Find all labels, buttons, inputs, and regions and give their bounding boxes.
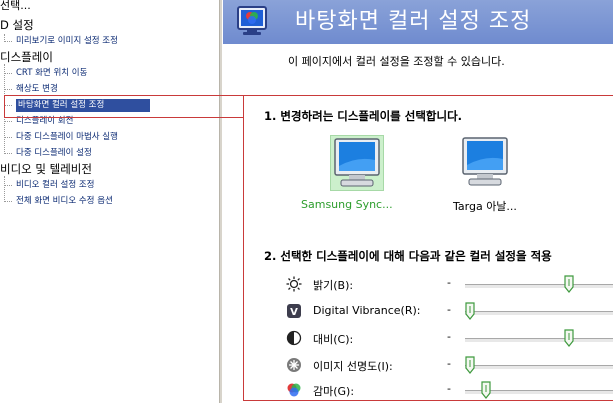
gamma-slider-thumb[interactable] (481, 381, 491, 399)
tree-header: 선택... (0, 0, 31, 12)
contrast-label: 대비(C): (313, 333, 354, 346)
page-title: 바탕화면 컬러 설정 조정 (295, 9, 532, 34)
tree-dots (4, 121, 12, 122)
digital-vibrance-label: Digital Vibrance(R): (313, 304, 421, 317)
slider-row-contrast: 대비(C): - (244, 328, 613, 352)
tree-dots (4, 185, 12, 186)
tree-dots (4, 105, 12, 106)
display-targa-label[interactable]: Targa 아날... (453, 198, 517, 214)
digital-vibrance-minus: - (447, 303, 451, 316)
display-samsung[interactable] (330, 135, 384, 191)
brightness-minus: - (447, 276, 451, 289)
sharpness-slider-thumb[interactable] (465, 356, 475, 374)
contrast-track[interactable] (465, 338, 613, 343)
tree-category-display[interactable]: 디스플레이 (0, 51, 53, 64)
tree-dots (4, 137, 12, 138)
tree-category-3d-settings[interactable]: D 설정 (0, 19, 34, 32)
digital-vibrance-track[interactable] (465, 311, 613, 316)
tree-item-crt-position[interactable]: CRT 화면 위치 이동 (4, 67, 87, 80)
sun-icon (286, 276, 302, 292)
tree-dots (4, 73, 12, 74)
tree-item-multi-display-settings[interactable]: 다중 디스플레이 설정 (4, 147, 92, 160)
navigation-tree: 선택... D 설정 미리보기로 이미지 설정 조정 디스플레이 CRT 화면 … (0, 0, 219, 403)
monitor-icon (462, 137, 508, 186)
page-header: 바탕화면 컬러 설정 조정 (223, 0, 613, 44)
content-pane: 바탕화면 컬러 설정 조정 이 페이지에서 컬러 설정을 조정할 수 있습니다.… (223, 0, 613, 403)
svg-text:V: V (290, 307, 298, 318)
slider-row-digital-vibrance: V Digital Vibrance(R): - (244, 301, 613, 325)
gamma-icon (287, 383, 301, 397)
callout-line-left (4, 95, 5, 118)
page-description: 이 페이지에서 컬러 설정을 조정할 수 있습니다. (288, 55, 505, 68)
sharpness-minus: - (447, 357, 451, 370)
brightness-label: 밝기(B): (313, 279, 354, 292)
slider-row-sharpness: 이미지 선명도(I): - (244, 355, 613, 379)
tree-dots (4, 201, 12, 202)
gamma-label: 감마(G): (313, 385, 355, 398)
monitor-icon (334, 138, 380, 187)
brightness-track[interactable] (465, 284, 613, 289)
display-targa[interactable] (459, 135, 513, 191)
gamma-minus: - (447, 382, 451, 395)
tree-item-desktop-color-settings[interactable]: 바탕화면 컬러 설정 조정 (4, 99, 150, 112)
tree-dots (4, 89, 12, 90)
tree-category-video-tv[interactable]: 비디오 및 텔레비전 (0, 163, 92, 176)
brightness-slider-thumb[interactable] (564, 275, 574, 293)
contrast-slider-thumb[interactable] (564, 329, 574, 347)
callout-line-bottom (4, 117, 243, 118)
desktop-color-icon (235, 4, 269, 38)
digital-vibrance-slider-thumb[interactable] (465, 302, 475, 320)
sharpness-track[interactable] (465, 365, 613, 370)
slider-row-gamma: 감마(G): - (244, 380, 613, 403)
slider-row-brightness: 밝기(B): - (244, 274, 613, 298)
sharpness-icon (287, 358, 301, 372)
sharpness-label: 이미지 선명도(I): (313, 360, 393, 373)
tree-item-fullscreen-video-options[interactable]: 전체 화면 비디오 수정 옵션 (4, 195, 113, 208)
tree-item-video-color-settings[interactable]: 비디오 컬러 설정 조정 (4, 179, 95, 192)
display-samsung-label[interactable]: Samsung Sync... (301, 198, 393, 211)
settings-panel: 1. 변경하려는 디스플레이를 선택합니다. Samsung Sync... T… (243, 95, 613, 401)
step1-heading: 1. 변경하려는 디스플레이를 선택합니다. (264, 109, 463, 123)
contrast-minus: - (447, 330, 451, 343)
tree-dots (4, 41, 12, 42)
callout-line-top (4, 95, 243, 96)
tree-dots (4, 153, 12, 154)
contrast-icon (286, 330, 302, 346)
tree-item-multi-display-wizard[interactable]: 다중 디스플레이 마법사 실행 (4, 131, 118, 144)
step2-heading: 2. 선택한 디스플레이에 대해 다음과 같은 컬러 설정을 적용 (264, 249, 552, 263)
tree-item-preview-image-settings[interactable]: 미리보기로 이미지 설정 조정 (4, 35, 118, 48)
vibrance-icon: V (287, 304, 301, 318)
